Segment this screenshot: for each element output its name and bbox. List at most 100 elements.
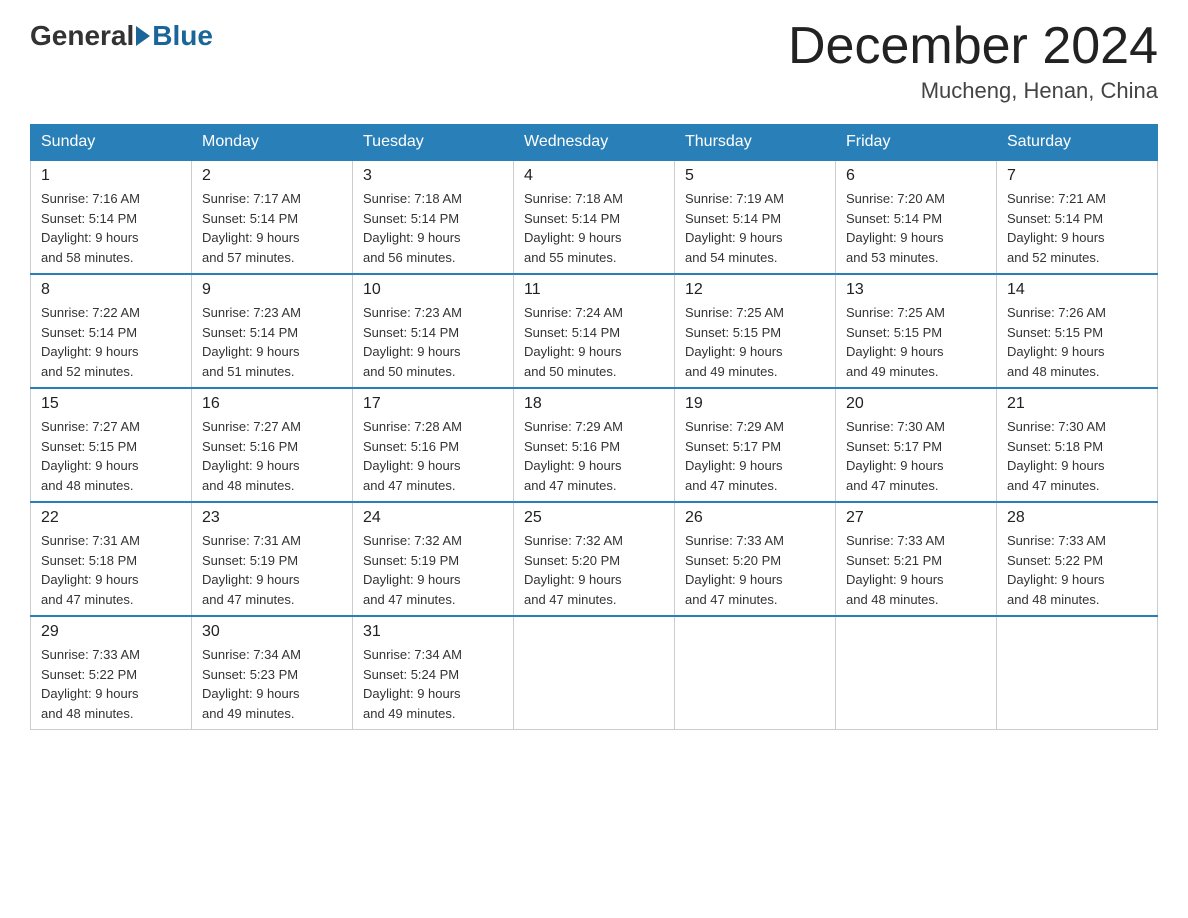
weekday-header-saturday: Saturday: [997, 125, 1158, 161]
day-info: Sunrise: 7:27 AM Sunset: 5:15 PM Dayligh…: [41, 417, 181, 495]
day-number: 24: [363, 509, 503, 527]
calendar-cell: 8 Sunrise: 7:22 AM Sunset: 5:14 PM Dayli…: [31, 274, 192, 388]
day-info: Sunrise: 7:25 AM Sunset: 5:15 PM Dayligh…: [685, 303, 825, 381]
day-info: Sunrise: 7:18 AM Sunset: 5:14 PM Dayligh…: [524, 189, 664, 267]
day-number: 27: [846, 509, 986, 527]
day-number: 3: [363, 167, 503, 185]
month-title: December 2024: [788, 20, 1158, 72]
calendar-cell: 5 Sunrise: 7:19 AM Sunset: 5:14 PM Dayli…: [675, 160, 836, 274]
calendar-cell: 31 Sunrise: 7:34 AM Sunset: 5:24 PM Dayl…: [353, 616, 514, 730]
day-number: 25: [524, 509, 664, 527]
calendar-cell: 2 Sunrise: 7:17 AM Sunset: 5:14 PM Dayli…: [192, 160, 353, 274]
calendar-cell: 4 Sunrise: 7:18 AM Sunset: 5:14 PM Dayli…: [514, 160, 675, 274]
day-info: Sunrise: 7:17 AM Sunset: 5:14 PM Dayligh…: [202, 189, 342, 267]
day-number: 18: [524, 395, 664, 413]
calendar-cell: 15 Sunrise: 7:27 AM Sunset: 5:15 PM Dayl…: [31, 388, 192, 502]
day-info: Sunrise: 7:29 AM Sunset: 5:17 PM Dayligh…: [685, 417, 825, 495]
calendar-cell: 25 Sunrise: 7:32 AM Sunset: 5:20 PM Dayl…: [514, 502, 675, 616]
calendar-cell: [997, 616, 1158, 730]
day-number: 20: [846, 395, 986, 413]
calendar-cell: 14 Sunrise: 7:26 AM Sunset: 5:15 PM Dayl…: [997, 274, 1158, 388]
day-number: 10: [363, 281, 503, 299]
logo: General Blue: [30, 20, 213, 52]
calendar-week-row: 1 Sunrise: 7:16 AM Sunset: 5:14 PM Dayli…: [31, 160, 1158, 274]
day-info: Sunrise: 7:16 AM Sunset: 5:14 PM Dayligh…: [41, 189, 181, 267]
calendar-cell: 27 Sunrise: 7:33 AM Sunset: 5:21 PM Dayl…: [836, 502, 997, 616]
day-number: 26: [685, 509, 825, 527]
day-info: Sunrise: 7:33 AM Sunset: 5:20 PM Dayligh…: [685, 531, 825, 609]
day-number: 19: [685, 395, 825, 413]
day-number: 7: [1007, 167, 1147, 185]
day-number: 2: [202, 167, 342, 185]
location-title: Mucheng, Henan, China: [788, 78, 1158, 104]
calendar-cell: 18 Sunrise: 7:29 AM Sunset: 5:16 PM Dayl…: [514, 388, 675, 502]
page-header: General Blue December 2024 Mucheng, Hena…: [30, 20, 1158, 104]
calendar-cell: 9 Sunrise: 7:23 AM Sunset: 5:14 PM Dayli…: [192, 274, 353, 388]
calendar-week-row: 8 Sunrise: 7:22 AM Sunset: 5:14 PM Dayli…: [31, 274, 1158, 388]
logo-blue-text: Blue: [152, 20, 213, 52]
day-info: Sunrise: 7:19 AM Sunset: 5:14 PM Dayligh…: [685, 189, 825, 267]
day-info: Sunrise: 7:22 AM Sunset: 5:14 PM Dayligh…: [41, 303, 181, 381]
calendar-cell: 3 Sunrise: 7:18 AM Sunset: 5:14 PM Dayli…: [353, 160, 514, 274]
day-number: 30: [202, 623, 342, 641]
day-info: Sunrise: 7:34 AM Sunset: 5:24 PM Dayligh…: [363, 645, 503, 723]
day-info: Sunrise: 7:30 AM Sunset: 5:18 PM Dayligh…: [1007, 417, 1147, 495]
calendar-cell: 19 Sunrise: 7:29 AM Sunset: 5:17 PM Dayl…: [675, 388, 836, 502]
calendar-week-row: 15 Sunrise: 7:27 AM Sunset: 5:15 PM Dayl…: [31, 388, 1158, 502]
day-info: Sunrise: 7:33 AM Sunset: 5:22 PM Dayligh…: [1007, 531, 1147, 609]
calendar-cell: 30 Sunrise: 7:34 AM Sunset: 5:23 PM Dayl…: [192, 616, 353, 730]
calendar-cell: 16 Sunrise: 7:27 AM Sunset: 5:16 PM Dayl…: [192, 388, 353, 502]
day-info: Sunrise: 7:31 AM Sunset: 5:18 PM Dayligh…: [41, 531, 181, 609]
day-info: Sunrise: 7:27 AM Sunset: 5:16 PM Dayligh…: [202, 417, 342, 495]
weekday-header-tuesday: Tuesday: [353, 125, 514, 161]
logo-arrow-icon: [136, 26, 150, 46]
calendar-cell: [675, 616, 836, 730]
day-number: 1: [41, 167, 181, 185]
calendar-cell: 1 Sunrise: 7:16 AM Sunset: 5:14 PM Dayli…: [31, 160, 192, 274]
day-info: Sunrise: 7:28 AM Sunset: 5:16 PM Dayligh…: [363, 417, 503, 495]
weekday-header-thursday: Thursday: [675, 125, 836, 161]
day-number: 11: [524, 281, 664, 299]
weekday-header-sunday: Sunday: [31, 125, 192, 161]
day-number: 15: [41, 395, 181, 413]
calendar-table: SundayMondayTuesdayWednesdayThursdayFrid…: [30, 124, 1158, 730]
weekday-header-friday: Friday: [836, 125, 997, 161]
calendar-cell: 21 Sunrise: 7:30 AM Sunset: 5:18 PM Dayl…: [997, 388, 1158, 502]
calendar-cell: [514, 616, 675, 730]
calendar-cell: 13 Sunrise: 7:25 AM Sunset: 5:15 PM Dayl…: [836, 274, 997, 388]
calendar-cell: 10 Sunrise: 7:23 AM Sunset: 5:14 PM Dayl…: [353, 274, 514, 388]
day-info: Sunrise: 7:32 AM Sunset: 5:20 PM Dayligh…: [524, 531, 664, 609]
day-number: 29: [41, 623, 181, 641]
day-number: 17: [363, 395, 503, 413]
day-info: Sunrise: 7:25 AM Sunset: 5:15 PM Dayligh…: [846, 303, 986, 381]
calendar-cell: 24 Sunrise: 7:32 AM Sunset: 5:19 PM Dayl…: [353, 502, 514, 616]
weekday-header-row: SundayMondayTuesdayWednesdayThursdayFrid…: [31, 125, 1158, 161]
day-info: Sunrise: 7:20 AM Sunset: 5:14 PM Dayligh…: [846, 189, 986, 267]
calendar-cell: 26 Sunrise: 7:33 AM Sunset: 5:20 PM Dayl…: [675, 502, 836, 616]
day-info: Sunrise: 7:32 AM Sunset: 5:19 PM Dayligh…: [363, 531, 503, 609]
day-number: 16: [202, 395, 342, 413]
day-number: 28: [1007, 509, 1147, 527]
calendar-cell: [836, 616, 997, 730]
day-info: Sunrise: 7:23 AM Sunset: 5:14 PM Dayligh…: [363, 303, 503, 381]
day-number: 9: [202, 281, 342, 299]
day-number: 23: [202, 509, 342, 527]
calendar-cell: 20 Sunrise: 7:30 AM Sunset: 5:17 PM Dayl…: [836, 388, 997, 502]
calendar-cell: 6 Sunrise: 7:20 AM Sunset: 5:14 PM Dayli…: [836, 160, 997, 274]
day-number: 4: [524, 167, 664, 185]
day-info: Sunrise: 7:33 AM Sunset: 5:21 PM Dayligh…: [846, 531, 986, 609]
day-info: Sunrise: 7:24 AM Sunset: 5:14 PM Dayligh…: [524, 303, 664, 381]
day-number: 12: [685, 281, 825, 299]
day-number: 14: [1007, 281, 1147, 299]
calendar-cell: 11 Sunrise: 7:24 AM Sunset: 5:14 PM Dayl…: [514, 274, 675, 388]
calendar-cell: 22 Sunrise: 7:31 AM Sunset: 5:18 PM Dayl…: [31, 502, 192, 616]
weekday-header-monday: Monday: [192, 125, 353, 161]
day-info: Sunrise: 7:29 AM Sunset: 5:16 PM Dayligh…: [524, 417, 664, 495]
calendar-cell: 7 Sunrise: 7:21 AM Sunset: 5:14 PM Dayli…: [997, 160, 1158, 274]
day-info: Sunrise: 7:26 AM Sunset: 5:15 PM Dayligh…: [1007, 303, 1147, 381]
calendar-cell: 23 Sunrise: 7:31 AM Sunset: 5:19 PM Dayl…: [192, 502, 353, 616]
day-number: 31: [363, 623, 503, 641]
day-info: Sunrise: 7:33 AM Sunset: 5:22 PM Dayligh…: [41, 645, 181, 723]
day-info: Sunrise: 7:21 AM Sunset: 5:14 PM Dayligh…: [1007, 189, 1147, 267]
calendar-cell: 17 Sunrise: 7:28 AM Sunset: 5:16 PM Dayl…: [353, 388, 514, 502]
